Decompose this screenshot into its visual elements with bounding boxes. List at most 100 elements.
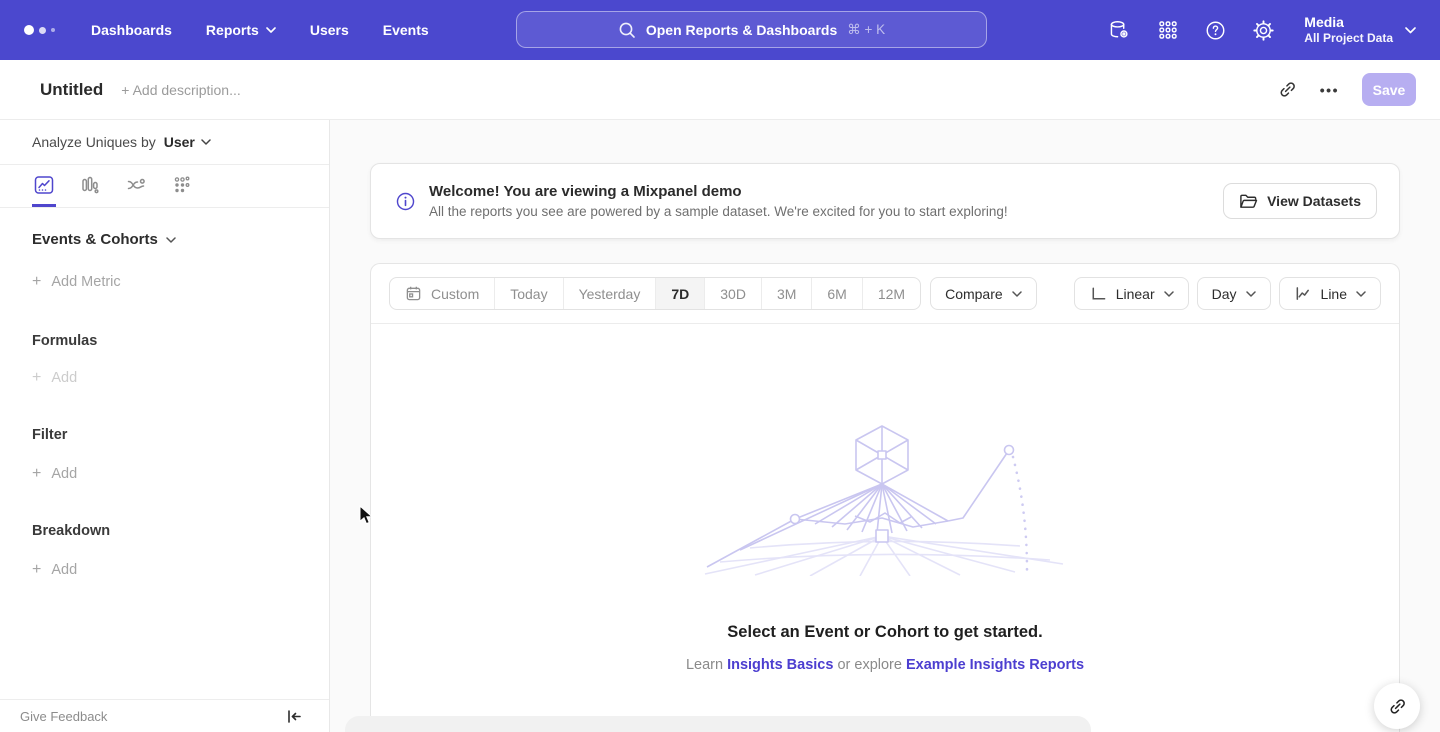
tab-bar-chart[interactable] <box>78 165 102 207</box>
main-content: Welcome! You are viewing a Mixpanel demo… <box>330 120 1440 732</box>
view-datasets-label: View Datasets <box>1267 193 1361 209</box>
bar-chart-tab-icon <box>79 174 101 196</box>
share-link-icon[interactable] <box>1278 80 1297 99</box>
metric-type-tabs <box>0 165 329 208</box>
search-shortcut: ⌘ + K <box>847 22 885 38</box>
tab-metrics[interactable] <box>170 165 194 207</box>
compare-dropdown[interactable]: Compare <box>930 277 1037 310</box>
add-metric-label: Add Metric <box>51 274 120 290</box>
add-formula-button[interactable]: + Add <box>32 369 329 387</box>
range-label: 12M <box>878 286 905 302</box>
compare-label: Compare <box>945 286 1003 302</box>
range-12m[interactable]: 12M <box>863 278 920 309</box>
chevron-down-icon <box>166 237 176 243</box>
range-today[interactable]: Today <box>495 278 563 309</box>
add-metric-button[interactable]: + Add Metric <box>32 273 329 291</box>
settings-gear-icon[interactable] <box>1252 19 1275 42</box>
banner-subtitle: All the reports you see are powered by a… <box>429 204 1008 219</box>
range-30d[interactable]: 30D <box>705 278 762 309</box>
sidebar-footer: Give Feedback <box>0 699 329 732</box>
analyze-by-dropdown[interactable]: User <box>164 134 211 150</box>
flow-tab-icon <box>125 174 147 196</box>
range-7d[interactable]: 7D <box>656 278 705 309</box>
nav-label: Users <box>310 22 349 38</box>
project-switcher[interactable]: Media All Project Data <box>1304 14 1416 46</box>
global-search-input[interactable]: Open Reports & Dashboards ⌘ + K <box>516 11 987 48</box>
apps-grid-icon[interactable] <box>1156 19 1179 42</box>
range-label: Yesterday <box>579 286 641 302</box>
report-title[interactable]: Untitled <box>40 80 103 100</box>
range-label: 7D <box>671 286 689 302</box>
calendar-icon <box>405 285 422 302</box>
filter-section-title: Filter <box>32 427 329 443</box>
search-placeholder: Open Reports & Dashboards <box>646 22 837 38</box>
project-scope: All Project Data <box>1304 31 1393 46</box>
example-reports-link[interactable]: Example Insights Reports <box>906 657 1084 673</box>
nav-right-cluster: Media All Project Data <box>1108 14 1416 46</box>
range-label: 3M <box>777 286 796 302</box>
formulas-section-title: Formulas <box>32 333 329 349</box>
metrics-tab-icon <box>171 174 193 196</box>
link-icon <box>1388 697 1407 716</box>
range-label: 6M <box>827 286 846 302</box>
view-datasets-button[interactable]: View Datasets <box>1223 183 1377 219</box>
help-icon[interactable] <box>1204 19 1227 42</box>
range-3m[interactable]: 3M <box>762 278 812 309</box>
add-filter-button[interactable]: + Add <box>32 465 329 483</box>
nav-label: Dashboards <box>91 22 172 38</box>
share-link-fab[interactable] <box>1374 683 1420 729</box>
chart-type-label: Line <box>1321 286 1347 302</box>
learn-prefix: Learn <box>686 657 723 673</box>
nav-item-dashboards[interactable]: Dashboards <box>91 22 172 38</box>
save-button[interactable]: Save <box>1362 73 1416 106</box>
more-options-icon[interactable]: ••• <box>1320 82 1339 98</box>
add-breakdown-button[interactable]: + Add <box>32 561 329 579</box>
analyze-label: Analyze Uniques by <box>32 134 156 150</box>
range-yesterday[interactable]: Yesterday <box>564 278 657 309</box>
plus-icon: + <box>32 273 41 291</box>
insights-basics-link[interactable]: Insights Basics <box>727 657 833 673</box>
nav-item-users[interactable]: Users <box>310 22 349 38</box>
collapse-sidebar-icon[interactable] <box>286 709 302 724</box>
chart-controls: Custom Today Yesterday 7D 30D 3M 6M 12M … <box>371 264 1399 324</box>
tab-flow[interactable] <box>124 165 148 207</box>
chevron-down-icon <box>1012 291 1022 297</box>
nav-item-events[interactable]: Events <box>383 22 429 38</box>
nav-item-reports[interactable]: Reports <box>206 22 276 38</box>
primary-nav: Dashboards Reports Users Events <box>91 22 429 38</box>
plus-icon: + <box>32 561 41 579</box>
breakdown-section-title: Breakdown <box>32 523 329 539</box>
analyze-uniques-row: Analyze Uniques by User <box>0 120 329 165</box>
tab-insights-line[interactable] <box>32 165 56 207</box>
add-formula-label: Add <box>51 370 77 386</box>
empty-state-subtext: Learn Insights Basics or explore Example… <box>371 657 1399 673</box>
interval-dropdown[interactable]: Day <box>1197 277 1271 310</box>
chevron-down-icon <box>201 139 211 145</box>
chevron-down-icon <box>1246 291 1256 297</box>
empty-state-illustration <box>695 424 1075 576</box>
banner-title: Welcome! You are viewing a Mixpanel demo <box>429 183 1008 200</box>
top-nav: Dashboards Reports Users Events Open Rep… <box>0 0 1440 60</box>
add-filter-label: Add <box>51 466 77 482</box>
events-cohorts-label: Events & Cohorts <box>32 231 158 248</box>
give-feedback-link[interactable]: Give Feedback <box>20 709 107 724</box>
scale-label: Linear <box>1116 286 1155 302</box>
info-icon <box>395 191 416 212</box>
search-icon <box>618 21 636 39</box>
mixpanel-logo-icon[interactable] <box>24 25 55 35</box>
interval-label: Day <box>1212 286 1237 302</box>
linear-axes-icon <box>1089 285 1107 302</box>
data-management-icon[interactable] <box>1108 19 1131 42</box>
events-cohorts-section[interactable]: Events & Cohorts <box>32 231 329 248</box>
range-label: 30D <box>720 286 746 302</box>
add-description-field[interactable]: + Add description... <box>121 82 240 98</box>
range-custom[interactable]: Custom <box>390 278 495 309</box>
range-6m[interactable]: 6M <box>812 278 862 309</box>
range-label: Today <box>510 286 547 302</box>
plus-icon: + <box>32 465 41 483</box>
project-name: Media <box>1304 14 1393 31</box>
welcome-banner: Welcome! You are viewing a Mixpanel demo… <box>370 163 1400 239</box>
chart-type-dropdown[interactable]: Line <box>1279 277 1381 310</box>
chevron-down-icon <box>1356 291 1366 297</box>
scale-dropdown[interactable]: Linear <box>1074 277 1189 310</box>
